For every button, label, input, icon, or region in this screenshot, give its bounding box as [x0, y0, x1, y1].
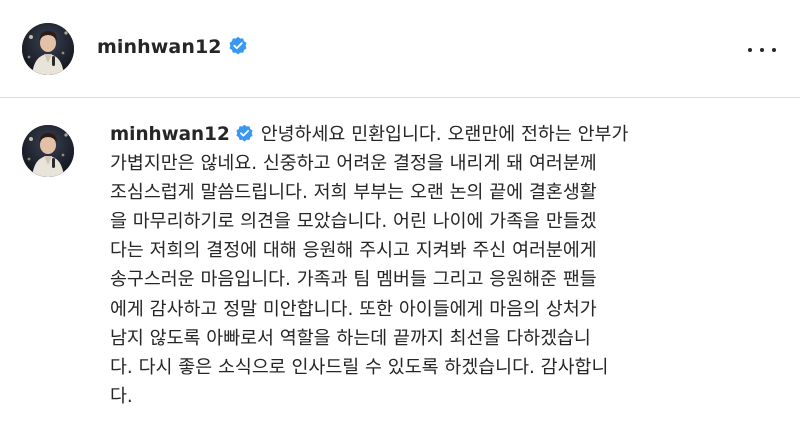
more-dot — [760, 48, 764, 52]
caption-line: 을 마무리하기로 의견을 모았습니다. 어린 나이에 가족을 만들겠 — [110, 211, 597, 233]
caption-text: minhwan12 안녕하세요 민환입니다. 오랜만에 전하는 안부가 가볍지만… — [110, 120, 790, 411]
post-author[interactable]: minhwan12 — [97, 36, 248, 58]
caption-comment: minhwan12 안녕하세요 민환입니다. 오랜만에 전하는 안부가 가볍지만… — [0, 98, 800, 423]
caption-username[interactable]: minhwan12 — [110, 124, 230, 145]
caption-line: minhwan12 안녕하세요 민환입니다. 오랜만에 전하는 안부가 — [110, 120, 790, 149]
caption-line: 조심스럽게 말씀드립니다. 저희 부부는 오랜 논의 끝에 결혼생활 — [110, 182, 597, 204]
caption-line: 남지 않도록 아빠로서 역할을 하는데 끝까지 최선을 다하겠습니 — [110, 327, 591, 349]
post-header: minhwan12 — [0, 0, 800, 98]
verified-badge-icon — [229, 36, 247, 55]
more-horizontal-icon — [748, 48, 752, 52]
caption-avatar[interactable] — [22, 125, 74, 177]
profile-avatar[interactable] — [22, 23, 74, 75]
avatar-photo — [22, 23, 74, 75]
post-username[interactable]: minhwan12 — [97, 36, 222, 58]
more-options-button[interactable] — [748, 40, 776, 60]
avatar-photo — [22, 125, 74, 177]
caption-line: 다는 저희의 결정에 대해 응원해 주시고 지켜봐 주신 여러분에게 — [110, 240, 597, 262]
verified-badge-icon — [236, 124, 253, 142]
more-dot — [772, 48, 776, 52]
caption-line: 다. 다시 좋은 소식으로 인사드릴 수 있도록 하겠습니다. 감사합니 — [110, 356, 609, 378]
caption-line: 송구스러운 마음입니다. 가족과 팀 멤버들 그리고 응원해준 팬들 — [110, 269, 597, 291]
caption-line-text: 안녕하세요 민환입니다. 오랜만에 전하는 안부가 — [260, 124, 629, 145]
caption-line: 가볍지만은 않네요. 신중하고 어려운 결정을 내리게 돼 여러분께 — [110, 153, 597, 175]
caption-line: 에게 감사하고 정말 미안합니다. 또한 아이들에게 마음의 상처가 — [110, 298, 597, 320]
caption-line: 다. — [110, 385, 133, 407]
